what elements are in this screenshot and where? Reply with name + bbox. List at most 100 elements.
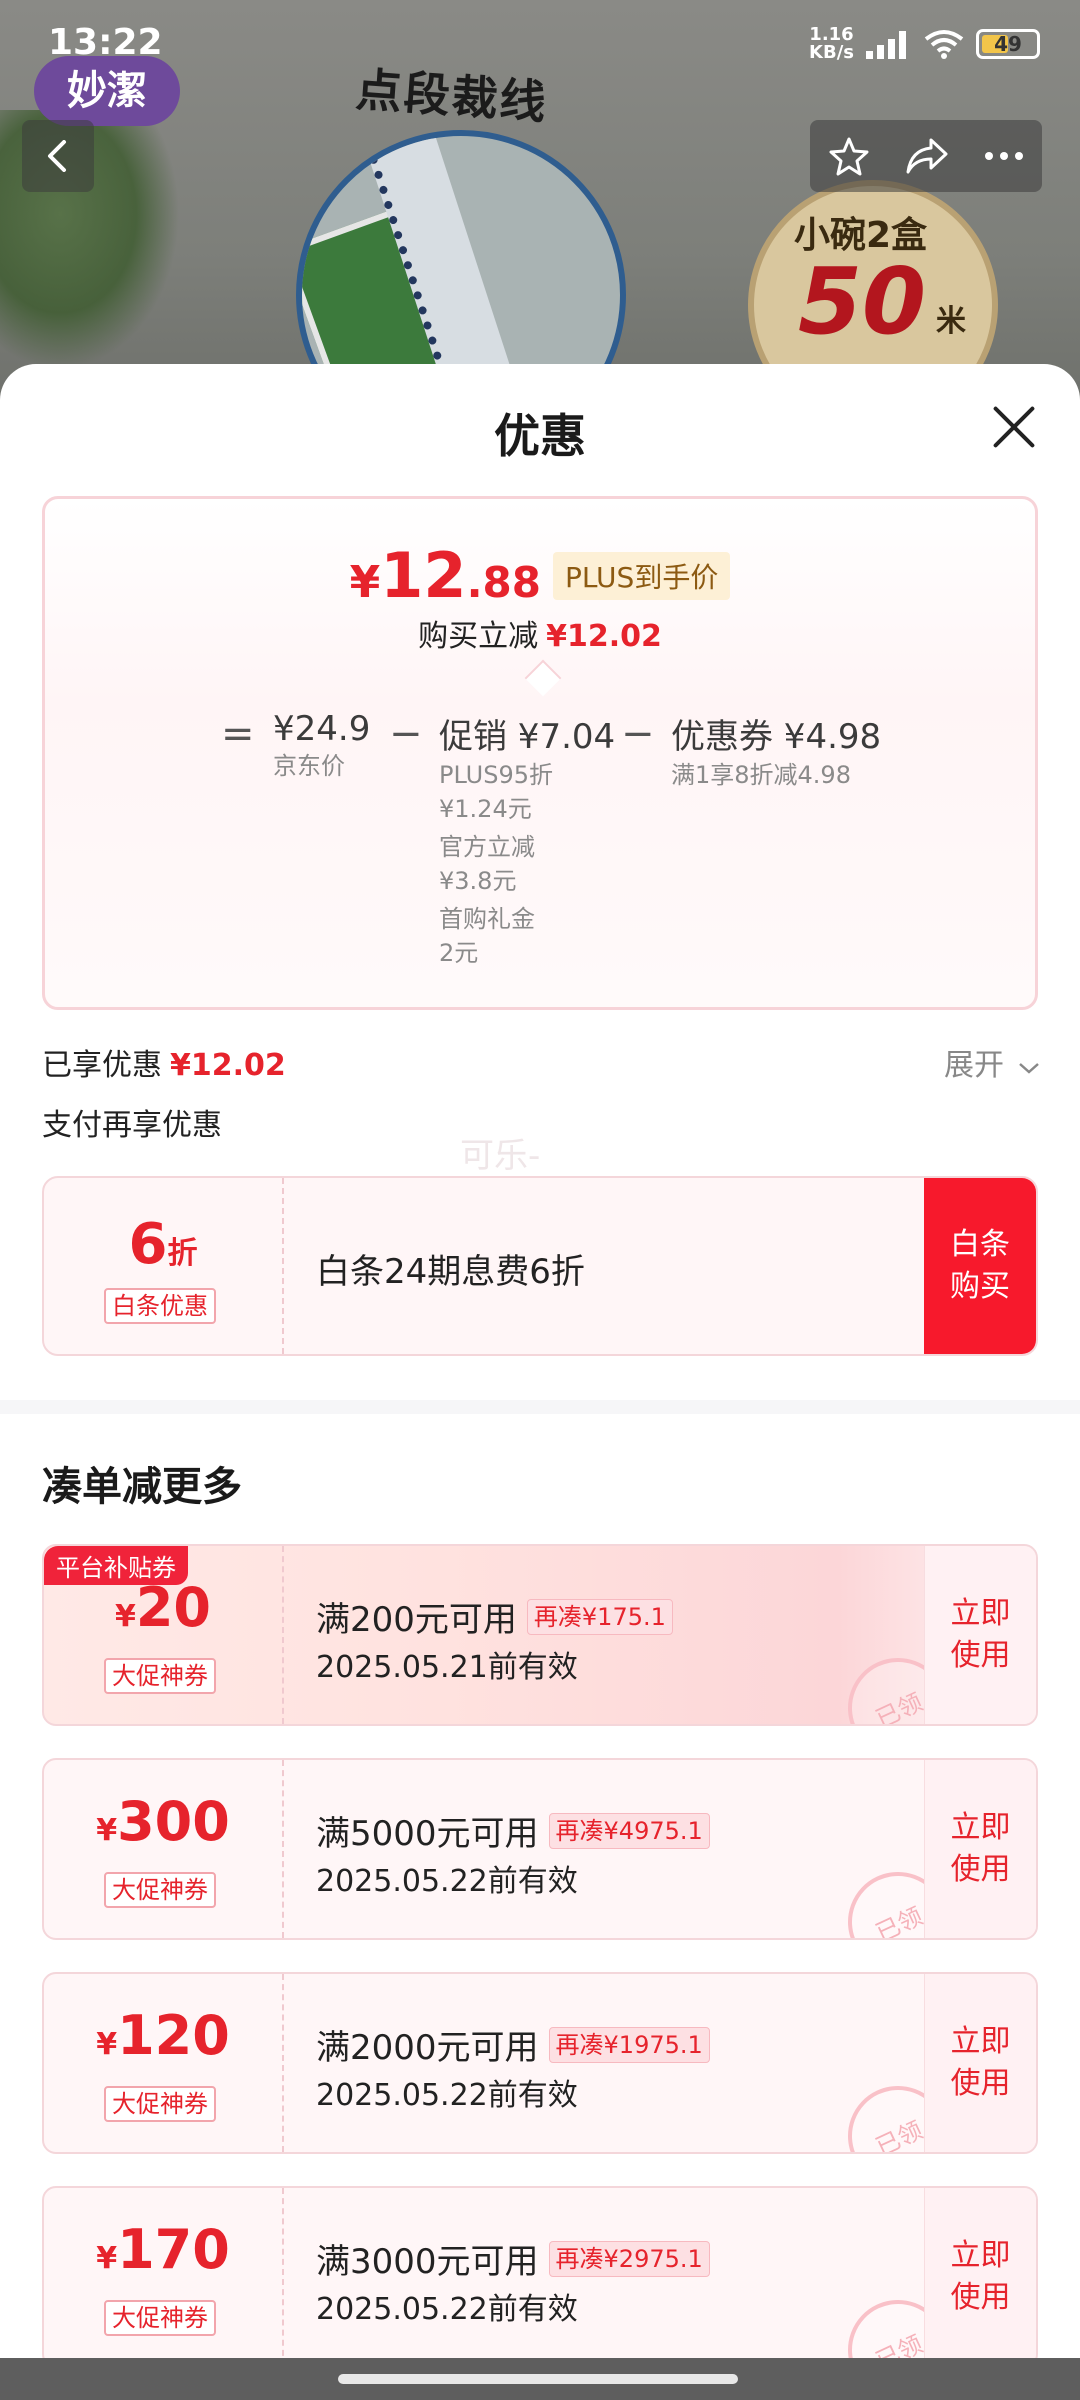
status-time: 13:22 xyxy=(48,22,163,63)
jd-price: ¥24.9 xyxy=(273,709,371,749)
save-label: 购买立减 xyxy=(418,619,539,654)
baitiao-discount: 6折 白条优惠 xyxy=(44,1178,284,1354)
promo-item: ¥3.8元 xyxy=(439,867,517,895)
baitiao-description: 白条24期息费6折 xyxy=(316,1252,585,1292)
coupon-expiry: 2025.05.22前有效 xyxy=(316,1864,578,1899)
coupon-amount: ¥120 xyxy=(44,2004,282,2067)
more-icon[interactable] xyxy=(984,151,1024,161)
use-coupon-label: 立即使用 xyxy=(950,1596,1011,1673)
coupon-card: ¥300 大促神券 满5000元可用 再凑¥4975.1 2025.05.22前有… xyxy=(42,1758,1038,1940)
coupon-expiry: 2025.05.22前有效 xyxy=(316,2292,578,2327)
chevron-down-icon xyxy=(1018,1063,1039,1074)
baitiao-buy-button[interactable]: 白条购买 xyxy=(924,1178,1036,1354)
coupon-value: 170 xyxy=(117,2218,230,2281)
baitiao-rate-unit: 折 xyxy=(167,1236,198,1271)
coupon-condition: 满200元可用 再凑¥175.1 xyxy=(316,1592,673,1641)
equals-sign: = xyxy=(221,711,255,757)
coupon-card: ¥170 大促神券 满3000元可用 再凑¥2975.1 2025.05.22前有… xyxy=(42,2186,1038,2368)
back-arrow-icon xyxy=(48,140,66,172)
use-coupon-button[interactable]: 立即使用 xyxy=(924,1974,1036,2152)
plus-price-tag: PLUS到手价 xyxy=(552,551,731,600)
section-divider xyxy=(0,1400,1080,1414)
coupon-card: ¥20 大促神券 平台补贴券 满200元可用 再凑¥175.1 2025.05.2… xyxy=(42,1544,1038,1726)
use-coupon-label: 立即使用 xyxy=(950,1810,1011,1887)
use-coupon-button[interactable]: 立即使用 xyxy=(924,1760,1036,1938)
signal-icon xyxy=(866,29,912,59)
coupon-amount: ¥300 xyxy=(44,1790,282,1853)
coupon-value-area: ¥170 大促神券 xyxy=(44,2188,284,2366)
coupon-currency: ¥ xyxy=(96,2241,118,2276)
discount-sheet: 优惠 ¥ 12 .88 PLUS到手价 购买立减 ¥12.02 = ¥24.9 京… xyxy=(0,364,1080,2400)
badge-unit: 米 xyxy=(936,304,966,339)
promo-item: ¥1.24元 xyxy=(439,795,532,823)
promo-item: 官方立减 xyxy=(439,833,535,861)
star-icon[interactable] xyxy=(828,135,870,177)
pay-section-title: 支付再享优惠 xyxy=(42,1108,222,1143)
coupon-amount: ¥170 xyxy=(44,2218,282,2281)
baitiao-rate-number: 6 xyxy=(128,1212,168,1277)
pointer-arrow xyxy=(524,659,562,697)
promo-item: 首购礼金 xyxy=(439,905,535,933)
coupon-tag: 大促神券 xyxy=(104,1658,216,1694)
price-card: ¥ 12 .88 PLUS到手价 购买立减 ¥12.02 = ¥24.9 京东价 … xyxy=(42,496,1038,1010)
coupon-expiry: 2025.05.21前有效 xyxy=(316,1650,578,1685)
coupon-detail: 满1享8折减4.98 xyxy=(671,761,851,789)
platform-subsidy-tag: 平台补贴券 xyxy=(44,1546,188,1585)
promo-item: 2元 xyxy=(439,939,479,967)
save-amount: ¥12.02 xyxy=(546,619,662,654)
promo-block: 促销 ¥7.04 PLUS95折 ¥1.24元 官方立减 ¥3.8元 首购礼金 … xyxy=(439,709,615,970)
coupon-value-area: ¥120 大促神券 xyxy=(44,1974,284,2152)
baitiao-tag: 白条优惠 xyxy=(104,1288,216,1324)
enjoyed-discount: 已享优惠 ¥12.02 xyxy=(42,1040,286,1084)
close-icon[interactable] xyxy=(990,404,1036,450)
network-speed: 1.16 KB/s xyxy=(809,26,854,62)
price-currency: ¥ xyxy=(349,557,381,608)
gesture-nav-bar xyxy=(0,2358,1080,2400)
use-coupon-button[interactable]: 立即使用 xyxy=(924,1546,1036,1724)
price-integer: 12 xyxy=(380,539,467,612)
promo-item: PLUS95折 xyxy=(439,761,553,789)
coupon-gap: 再凑¥1975.1 xyxy=(548,2026,710,2063)
final-price: ¥ 12 .88 PLUS到手价 xyxy=(45,539,1035,612)
jd-price-label: 京东价 xyxy=(273,752,345,780)
coupon-value: 120 xyxy=(117,2004,230,2067)
coupon-total: 优惠券 ¥4.98 xyxy=(671,717,882,757)
minus-sign: − xyxy=(389,711,423,757)
back-button[interactable] xyxy=(22,120,94,192)
watermark: 可乐- xyxy=(460,1136,541,1176)
minus-sign: − xyxy=(621,711,655,757)
coupon-expiry: 2025.05.22前有效 xyxy=(316,2078,578,2113)
coupon-gap: 再凑¥2975.1 xyxy=(548,2240,710,2277)
coupon-amount: ¥20 xyxy=(44,1576,282,1639)
sheet-title: 优惠 xyxy=(494,409,586,463)
coupon-condition-text: 满200元可用 xyxy=(316,1600,517,1640)
coupon-tag: 大促神券 xyxy=(104,2086,216,2122)
promo-total: 促销 ¥7.04 xyxy=(439,717,616,757)
battery-icon: 49 xyxy=(976,29,1040,59)
price-decimal: .88 xyxy=(466,558,541,607)
enjoyed-amount: ¥12.02 xyxy=(170,1048,286,1083)
use-coupon-button[interactable]: 立即使用 xyxy=(924,2188,1036,2366)
coupon-currency: ¥ xyxy=(114,1599,136,1634)
more-section-title: 凑单减更多 xyxy=(42,1464,242,1510)
use-coupon-label: 立即使用 xyxy=(950,2238,1011,2315)
coupon-condition-text: 满3000元可用 xyxy=(316,2242,539,2282)
badge-number: 50 xyxy=(798,248,927,355)
battery-percent: 49 xyxy=(994,32,1022,56)
enjoyed-label: 已享优惠 xyxy=(42,1048,162,1083)
home-indicator[interactable] xyxy=(338,2374,738,2384)
jd-price-block: ¥24.9 京东价 xyxy=(273,709,370,783)
expand-toggle[interactable]: 展开 xyxy=(944,1040,1040,1084)
coupon-tag: 大促神券 xyxy=(104,1872,216,1908)
coupon-value-area: ¥300 大促神券 xyxy=(44,1760,284,1938)
coupon-gap: 再凑¥175.1 xyxy=(526,1598,673,1635)
coupon-value: 300 xyxy=(117,1790,230,1853)
use-coupon-label: 立即使用 xyxy=(950,2024,1011,2101)
baitiao-offer: 6折 白条优惠 白条24期息费6折 白条购买 xyxy=(42,1176,1038,1356)
status-bar: 13:22 1.16 KB/s 49 xyxy=(0,0,1080,90)
coupon-card: ¥120 大促神券 满2000元可用 再凑¥1975.1 2025.05.22前有… xyxy=(42,1972,1038,2154)
coupon-currency: ¥ xyxy=(96,1813,118,1848)
coupon-condition-text: 满5000元可用 xyxy=(316,1814,539,1854)
status-icons: 1.16 KB/s 49 xyxy=(809,26,1040,62)
share-icon[interactable] xyxy=(905,136,949,176)
